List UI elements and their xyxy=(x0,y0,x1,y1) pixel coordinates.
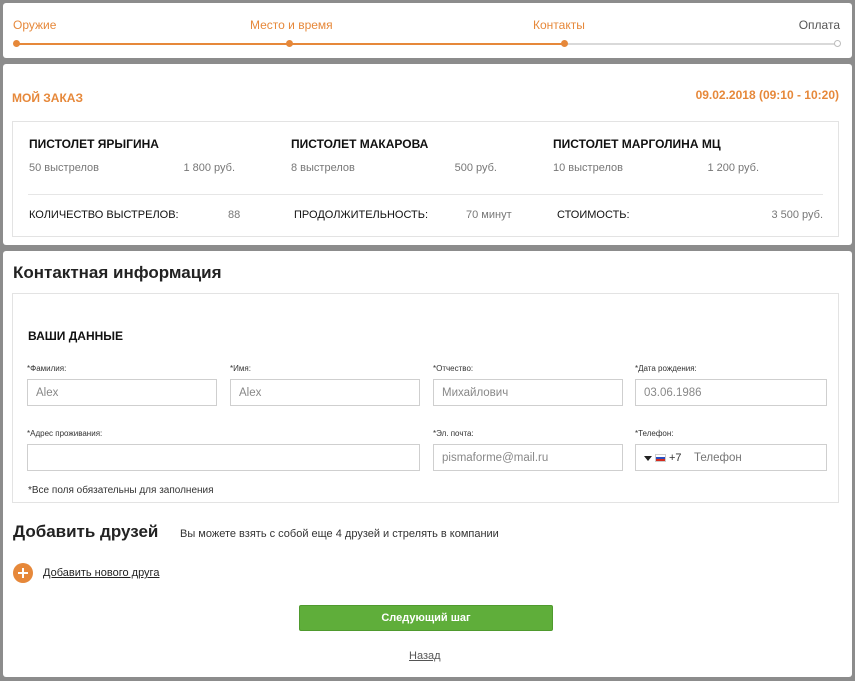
lastname-field[interactable] xyxy=(27,379,217,406)
duration-label: ПРОДОЛЖИТЕЛЬНОСТЬ: xyxy=(294,209,429,221)
step-contacts-dot xyxy=(561,40,568,47)
phone-label: *Телефон: xyxy=(635,429,674,438)
weapon-name: ПИСТОЛЕТ ЯРЫГИНА xyxy=(29,137,159,151)
address-field[interactable] xyxy=(27,444,420,471)
order-datetime: 09.02.2018 (09:10 - 10:20) xyxy=(695,88,839,102)
step-place-time[interactable]: Место и время xyxy=(250,18,333,32)
firstname-label: *Имя: xyxy=(230,364,251,373)
birthdate-label: *Дата рождения: xyxy=(635,364,697,373)
cost-value: 3 500 руб. xyxy=(771,209,823,221)
contacts-title: Контактная информация xyxy=(13,263,222,282)
step-place-time-dot xyxy=(286,40,293,47)
lastname-label: *Фамилия: xyxy=(27,364,67,373)
step-weapons-dot xyxy=(13,40,20,47)
weapon-shots: 10 выстрелов xyxy=(553,162,623,174)
back-link[interactable]: Назад xyxy=(409,650,441,662)
total-shots-value: 88 xyxy=(228,209,241,221)
order-title: МОЙ ЗАКАЗ xyxy=(12,91,83,105)
order-item: ПИСТОЛЕТ ЯРЫГИНА 50 выстрелов 1 800 руб. xyxy=(29,137,235,174)
country-code: +7 xyxy=(669,452,682,464)
birthdate-field[interactable] xyxy=(635,379,827,406)
contacts-section: Контактная информация ВАШИ ДАННЫЕ *Фамил… xyxy=(3,251,852,677)
order-item: ПИСТОЛЕТ МАРГОЛИНА МЦ 10 выстрелов 1 200… xyxy=(553,137,759,174)
caret-down-icon xyxy=(644,455,652,461)
step-contacts[interactable]: Контакты xyxy=(533,18,585,32)
duration-value: 70 минут xyxy=(466,209,512,221)
email-field[interactable] xyxy=(433,444,623,471)
cost-label: СТОИМОСТЬ: xyxy=(557,209,630,221)
personal-data-form: ВАШИ ДАННЫЕ *Фамилия: *Имя: *Отчество: *… xyxy=(12,293,839,503)
required-note: *Все поля обязательны для заполнения xyxy=(28,485,214,496)
checkout-steps: Оружие Место и время Контакты Оплата xyxy=(3,3,852,58)
order-summary: МОЙ ЗАКАЗ 09.02.2018 (09:10 - 10:20) ПИС… xyxy=(3,64,852,245)
friends-title: Добавить друзей xyxy=(13,522,159,541)
weapon-shots: 50 выстрелов xyxy=(29,162,99,174)
order-divider xyxy=(28,194,823,195)
weapon-shots: 8 выстрелов xyxy=(291,162,355,174)
steps-progress-remaining xyxy=(566,43,838,45)
weapon-name: ПИСТОЛЕТ МАКАРОВА xyxy=(291,137,429,151)
patronymic-label: *Отчество: xyxy=(433,364,474,373)
plus-circle-icon xyxy=(13,563,33,583)
form-heading: ВАШИ ДАННЫЕ xyxy=(28,329,124,343)
total-shots-label: КОЛИЧЕСТВО ВЫСТРЕЛОВ: xyxy=(29,209,179,221)
weapon-price: 1 800 руб. xyxy=(183,162,235,174)
order-details: ПИСТОЛЕТ ЯРЫГИНА 50 выстрелов 1 800 руб.… xyxy=(12,121,839,237)
next-step-button[interactable]: Следующий шаг xyxy=(299,605,553,631)
step-payment: Оплата xyxy=(798,18,840,32)
email-label: *Эл. почта: xyxy=(433,429,474,438)
firstname-field[interactable] xyxy=(230,379,420,406)
country-code-select[interactable]: +7 xyxy=(644,452,682,464)
phone-field: +7 xyxy=(635,444,827,471)
patronymic-field[interactable] xyxy=(433,379,623,406)
order-item: ПИСТОЛЕТ МАКАРОВА 8 выстрелов 500 руб. xyxy=(291,137,497,174)
weapon-name: ПИСТОЛЕТ МАРГОЛИНА МЦ xyxy=(553,137,721,151)
phone-input[interactable] xyxy=(694,445,824,470)
step-weapons[interactable]: Оружие xyxy=(13,18,56,32)
russia-flag-icon xyxy=(655,454,666,462)
add-friend-button[interactable]: Добавить нового друга xyxy=(13,563,159,583)
weapon-price: 500 руб. xyxy=(454,162,497,174)
add-friend-label: Добавить нового друга xyxy=(43,567,160,579)
friends-hint: Вы можете взять с собой еще 4 друзей и с… xyxy=(180,528,499,540)
weapon-price: 1 200 руб. xyxy=(707,162,759,174)
step-payment-dot xyxy=(834,40,841,47)
address-label: *Адрес проживания: xyxy=(27,429,103,438)
